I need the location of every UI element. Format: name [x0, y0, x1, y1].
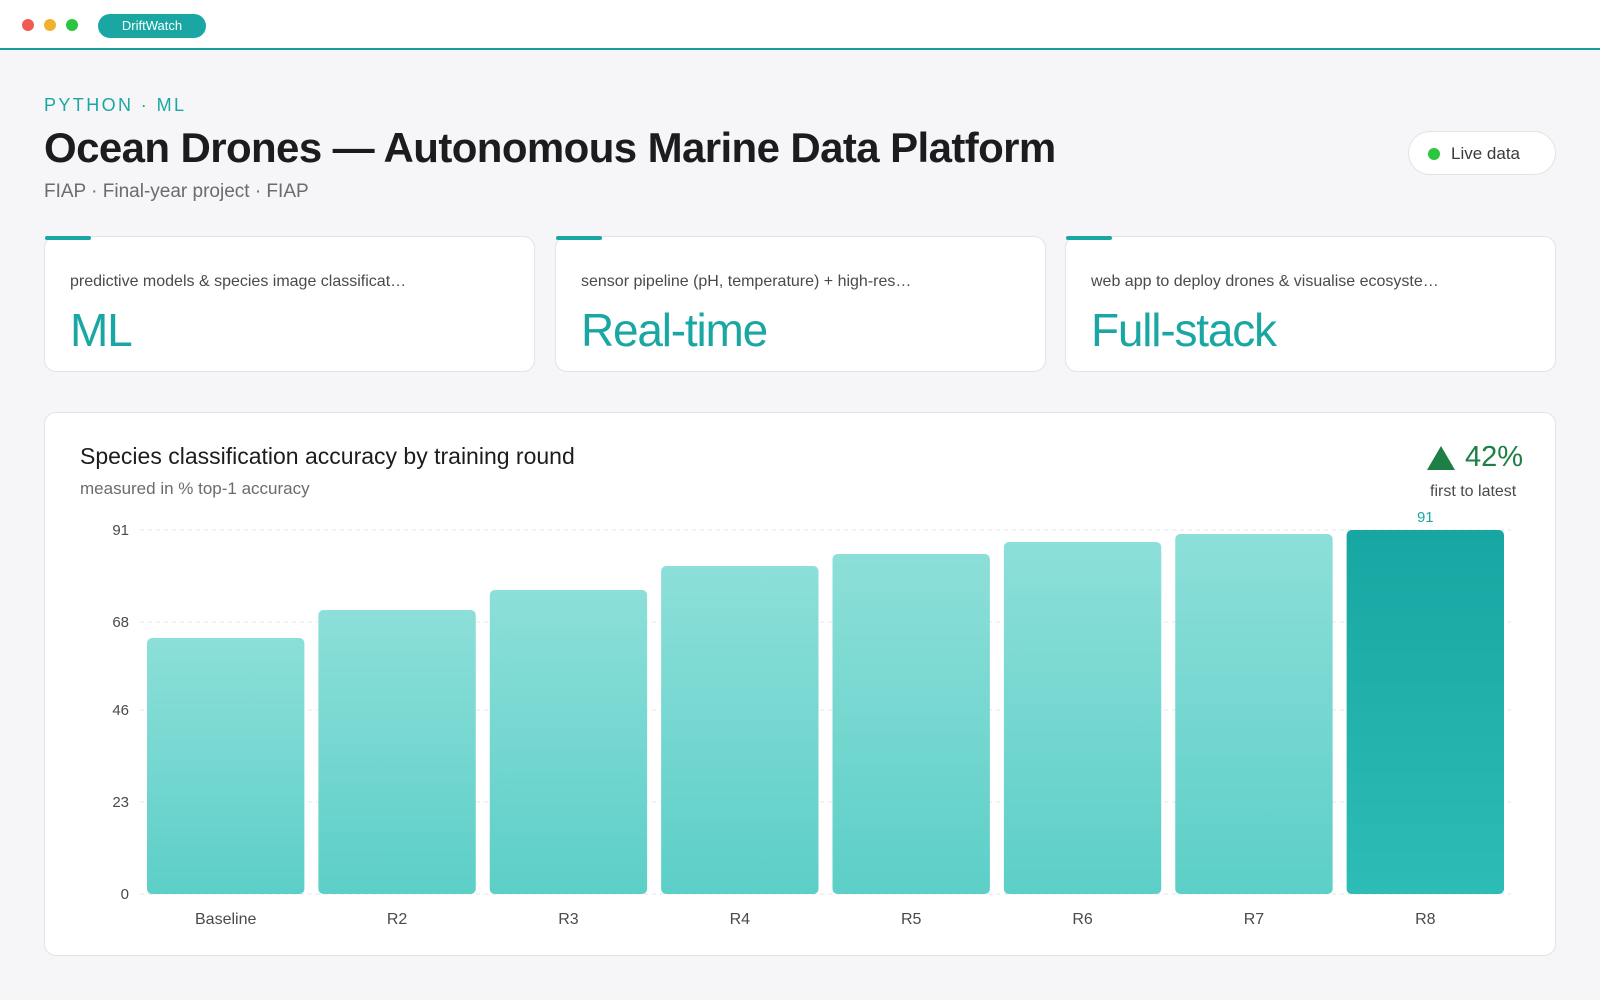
page-subtitle: FIAP · Final-year project · FIAP: [44, 181, 309, 202]
window-titlebar: DriftWatch: [0, 0, 1600, 50]
card-description: sensor pipeline (pH, temperature) + high…: [581, 273, 912, 290]
accuracy-bar-chart: 91 68 46 23 0 Baseline R2 R3 R4 R5 R6 R7 R8 91: [112, 509, 1511, 928]
stat-card-real-time: sensor pipeline (pH, temperature) + high…: [555, 236, 1046, 372]
x-tick-label: Baseline: [195, 911, 256, 928]
y-tick-label: 46: [112, 702, 129, 719]
minimize-window-button[interactable]: [44, 19, 56, 31]
close-window-button[interactable]: [22, 19, 34, 31]
x-tick-label: R3: [558, 911, 579, 928]
stat-card-full-stack: web app to deploy drones & visualise eco…: [1065, 236, 1556, 372]
card-accent-bar: [1066, 236, 1112, 240]
bar-r8[interactable]: [1346, 530, 1504, 894]
live-data-label: Live data: [1451, 144, 1520, 163]
x-tick-label: R7: [1244, 911, 1265, 928]
x-tick-label: R8: [1415, 911, 1436, 928]
bar-r5[interactable]: [832, 554, 990, 894]
card-value: ML: [70, 304, 133, 356]
y-tick-label: 91: [112, 522, 129, 539]
live-status-icon: [1428, 148, 1440, 160]
x-tick-label: R4: [730, 911, 751, 928]
bar-r3[interactable]: [489, 590, 648, 894]
bar-baseline[interactable]: [147, 638, 305, 894]
stat-card-ml: predictive models & species image classi…: [44, 236, 535, 372]
x-tick-label: R5: [901, 911, 922, 928]
bar-r2[interactable]: [318, 610, 476, 894]
live-data-toggle[interactable]: Live data: [1408, 131, 1556, 175]
card-value: Full-stack: [1091, 304, 1277, 356]
bar-r4[interactable]: [661, 566, 819, 894]
y-tick-label: 23: [112, 794, 129, 811]
bar-r6[interactable]: [1003, 542, 1162, 894]
app-name-badge: DriftWatch: [98, 14, 206, 38]
card-accent-bar: [556, 236, 602, 240]
bar-r7[interactable]: [1175, 534, 1333, 894]
card-description: predictive models & species image classi…: [70, 273, 407, 290]
x-tick-label: R6: [1072, 911, 1093, 928]
x-tick-label: R2: [387, 911, 408, 928]
bar-value-label: 91: [1417, 509, 1434, 526]
y-tick-label: 0: [121, 886, 129, 903]
page-title: Ocean Drones — Autonomous Marine Data Pl…: [44, 124, 1056, 171]
project-tags: PYTHON · ML: [44, 95, 187, 115]
card-description: web app to deploy drones & visualise eco…: [1091, 273, 1439, 290]
y-tick-label: 68: [112, 614, 129, 631]
accuracy-chart-panel: Species classification accuracy by train…: [44, 412, 1556, 956]
card-value: Real-time: [581, 304, 768, 356]
card-accent-bar: [45, 236, 91, 240]
maximize-window-button[interactable]: [66, 19, 78, 31]
